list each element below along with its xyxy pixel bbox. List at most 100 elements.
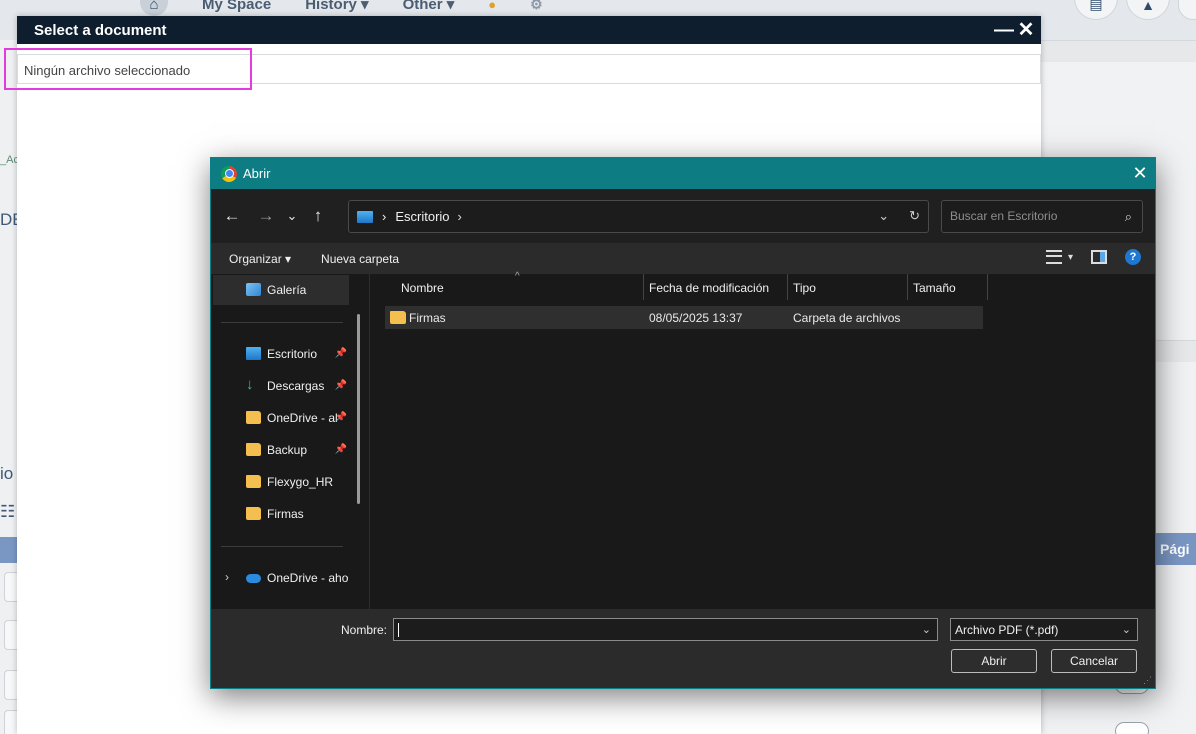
file-modified: 08/05/2025 13:37 (649, 311, 743, 325)
view-dropdown-icon[interactable]: ▾ (1068, 252, 1073, 263)
chevron-down-icon[interactable]: ⌄ (1122, 623, 1131, 636)
column-header-type[interactable]: Tipo (793, 274, 816, 300)
file-list: ^ Nombre Fecha de modificación Tipo Tama… (381, 271, 1155, 609)
cloud-icon (246, 574, 261, 583)
breadcrumb-chevron-icon[interactable]: › (458, 209, 462, 224)
new-folder-button[interactable]: Nueva carpeta (291, 252, 399, 266)
background-field (4, 670, 17, 700)
up-arrow-icon[interactable]: ↑ (303, 206, 333, 226)
background-field (4, 620, 17, 650)
folder-icon (246, 443, 261, 456)
modal-title: Select a document (34, 21, 167, 39)
modal-header: Select a document — ✕ (17, 16, 1041, 44)
table-header (0, 537, 17, 563)
gear-icon[interactable]: ⚙ (530, 0, 543, 13)
text-caret (398, 623, 399, 637)
background-field (4, 572, 17, 602)
address-dropdown-icon[interactable]: ⌄ (878, 208, 889, 224)
folder-icon (246, 507, 261, 520)
breadcrumb-location[interactable]: Escritorio (395, 209, 449, 224)
back-arrow-icon[interactable]: ← (217, 206, 247, 226)
navigation-pane: Galería Escritorio 📌 ↓ Descargas 📌 OneDr… (211, 274, 369, 609)
dialog-footer: Nombre: ⌄ Archivo PDF (*.pdf) ⌄ Abrir Ca… (211, 609, 1155, 688)
nav-item-onedrive[interactable]: OneDrive - ahor (213, 563, 349, 593)
info-icon[interactable]: ● (488, 0, 496, 12)
pagination-header: Pági (1155, 533, 1196, 565)
cancel-button[interactable]: Cancelar (1051, 649, 1137, 673)
folder-icon (246, 411, 261, 424)
refresh-icon[interactable]: ↻ (909, 208, 920, 224)
breadcrumb-chevron-icon[interactable]: › (382, 209, 386, 224)
pin-icon[interactable]: 📌 (335, 380, 347, 391)
nav-item-descargas[interactable]: ↓ Descargas 📌 (213, 371, 349, 401)
chevron-down-icon[interactable]: ⌄ (922, 623, 931, 636)
background-text: io (0, 464, 14, 483)
nav-item-gallery[interactable]: Galería (213, 275, 349, 305)
resize-grip-icon[interactable]: ⋰ (1143, 675, 1152, 686)
search-input[interactable]: Buscar en Escritorio ⌕ (941, 200, 1143, 233)
open-file-dialog: Abrir ✕ ← → ⌄ ↑ › Escritorio › ⌄ ↻ Busca… (210, 157, 1156, 689)
help-icon[interactable]: ? (1125, 249, 1141, 265)
nav-item-label: Galería (267, 283, 307, 297)
desktop-icon (357, 210, 373, 223)
app-nav: ⌂ My Space History ▾ Other ▾ ● ⚙ (140, 0, 543, 16)
desktop-icon (246, 347, 261, 360)
column-divider[interactable] (987, 274, 988, 300)
nav-item-onedrive-folder[interactable]: OneDrive - al 📌 (213, 403, 349, 433)
view-options-icon[interactable] (1045, 250, 1062, 264)
nav-item-label: OneDrive - ahor (267, 571, 349, 585)
navigation-bar: ← → ⌄ ↑ › Escritorio › ⌄ ↻ Buscar en Esc… (211, 189, 1155, 243)
folder-icon (390, 311, 406, 324)
forward-arrow-icon[interactable]: → (251, 206, 281, 226)
column-header-size[interactable]: Tamaño (913, 274, 956, 300)
chrome-icon (221, 165, 237, 182)
nav-my-space[interactable]: My Space (202, 0, 271, 13)
column-header-modified[interactable]: Fecha de modificación (649, 274, 769, 300)
recent-locations-icon[interactable]: ⌄ (281, 208, 303, 224)
pin-icon[interactable]: 📌 (335, 348, 347, 359)
close-icon[interactable]: ✕ (1015, 20, 1037, 40)
close-icon[interactable]: ✕ (1125, 163, 1155, 184)
preview-pane-icon[interactable] (1091, 250, 1107, 264)
background-field (4, 710, 17, 734)
nav-item-escritorio[interactable]: Escritorio 📌 (213, 339, 349, 369)
dialog-body: Galería Escritorio 📌 ↓ Descargas 📌 OneDr… (211, 271, 1155, 609)
column-divider[interactable] (643, 274, 644, 300)
nav-item-firmas[interactable]: Firmas (213, 499, 349, 529)
minimize-icon[interactable]: — (993, 20, 1015, 40)
search-icon[interactable]: ⌕ (1125, 209, 1132, 225)
filetype-value: Archivo PDF (*.pdf) (955, 623, 1059, 637)
nav-item-flexygo-hr[interactable]: Flexygo_HR (213, 467, 349, 497)
filename-label: Nombre: (341, 623, 388, 637)
pane-splitter[interactable] (369, 274, 370, 609)
scrollbar[interactable] (357, 314, 360, 504)
file-name: Firmas (409, 311, 446, 325)
background-strip (1041, 40, 1196, 62)
pin-icon[interactable]: 📌 (335, 412, 347, 423)
nav-other[interactable]: Other ▾ (403, 0, 455, 13)
table-row[interactable]: Firmas 08/05/2025 13:37 Carpeta de archi… (385, 306, 983, 329)
toggle-switch[interactable] (1115, 722, 1149, 734)
dialog-title: Abrir (243, 166, 271, 181)
file-type: Carpeta de archivos (793, 311, 901, 325)
home-icon[interactable]: ⌂ (140, 0, 168, 16)
nav-item-label: Firmas (267, 507, 304, 521)
column-header-name[interactable]: Nombre (401, 274, 444, 300)
open-button[interactable]: Abrir (951, 649, 1037, 673)
pin-icon[interactable]: 📌 (335, 444, 347, 455)
filetype-select[interactable]: Archivo PDF (*.pdf) ⌄ (950, 618, 1138, 641)
column-divider[interactable] (787, 274, 788, 300)
nav-history[interactable]: History ▾ (305, 0, 368, 13)
address-bar[interactable]: › Escritorio › ⌄ ↻ (348, 200, 929, 233)
organize-menu[interactable]: Organizar ▾ (211, 252, 291, 266)
nav-item-backup[interactable]: Backup 📌 (213, 435, 349, 465)
dialog-toolbar: Organizar ▾ Nueva carpeta ▾ ? (211, 243, 1155, 274)
gallery-icon (246, 283, 261, 296)
column-divider[interactable] (907, 274, 908, 300)
list-icon[interactable]: ☷ (0, 502, 15, 522)
filename-input[interactable]: ⌄ (393, 618, 938, 641)
nav-item-label: Flexygo_HR (267, 475, 334, 489)
divider (221, 322, 343, 323)
divider (221, 546, 343, 547)
sort-caret-icon: ^ (515, 271, 520, 282)
